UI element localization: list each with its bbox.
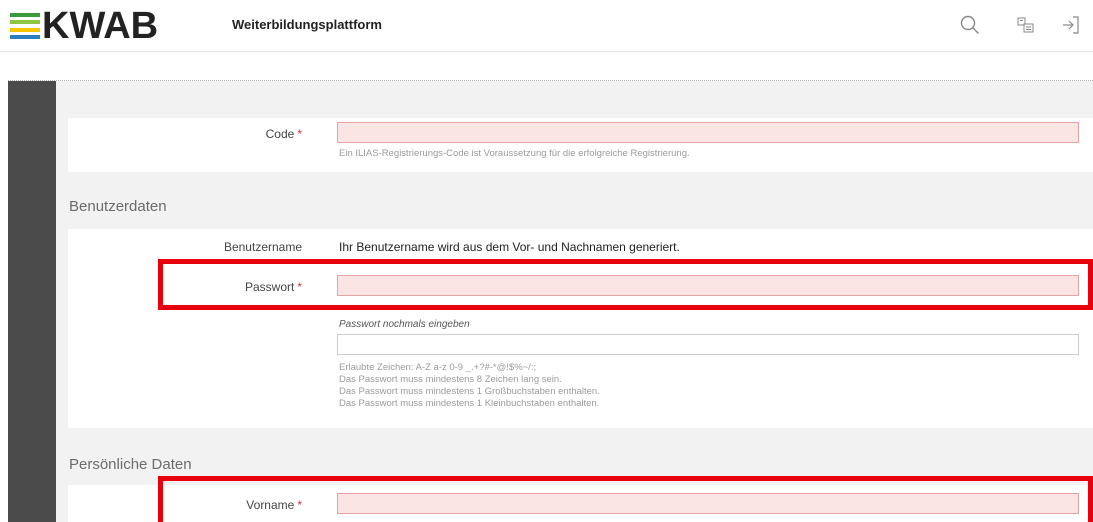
firstname-highlight-box xyxy=(158,476,1093,522)
kwab-logo[interactable]: KWAB xyxy=(10,7,158,45)
left-sidebar xyxy=(8,81,56,522)
password-highlight-box xyxy=(158,259,1093,310)
search-icon[interactable] xyxy=(957,12,983,38)
required-mark: * xyxy=(297,127,302,141)
login-icon[interactable] xyxy=(1058,12,1084,38)
password-help-allowed: Erlaubte Zeichen: A-Z a-z 0-9 _.+?#-*@!$… xyxy=(339,362,537,373)
code-label: Code * xyxy=(265,127,302,141)
code-help-text: Ein ILIAS-Registrierungs-Code ist Voraus… xyxy=(339,148,690,159)
logo-text: KWAB xyxy=(42,5,159,47)
code-input[interactable] xyxy=(337,122,1079,143)
password-repeat-input[interactable] xyxy=(337,334,1079,355)
section-title-personal-data: Persönliche Daten xyxy=(69,456,192,473)
section-title-user-data: Benutzerdaten xyxy=(69,198,167,215)
password-repeat-label: Passwort nochmals eingeben xyxy=(339,319,470,330)
password-help-uppercase: Das Passwort muss mindestens 1 Großbuchs… xyxy=(339,386,600,397)
site-title: Weiterbildungsplattform xyxy=(232,17,382,32)
password-help-length: Das Passwort muss mindestens 8 Zeichen l… xyxy=(339,374,562,385)
username-label: Benutzername xyxy=(223,240,302,254)
password-help-lowercase: Das Passwort muss mindestens 1 Kleinbuch… xyxy=(339,398,600,409)
top-header: KWAB Weiterbildungsplattform xyxy=(0,0,1093,52)
username-info: Ihr Benutzername wird aus dem Vor- und N… xyxy=(339,240,680,254)
language-icon[interactable] xyxy=(1013,12,1039,38)
logo-bars-icon xyxy=(10,13,40,39)
